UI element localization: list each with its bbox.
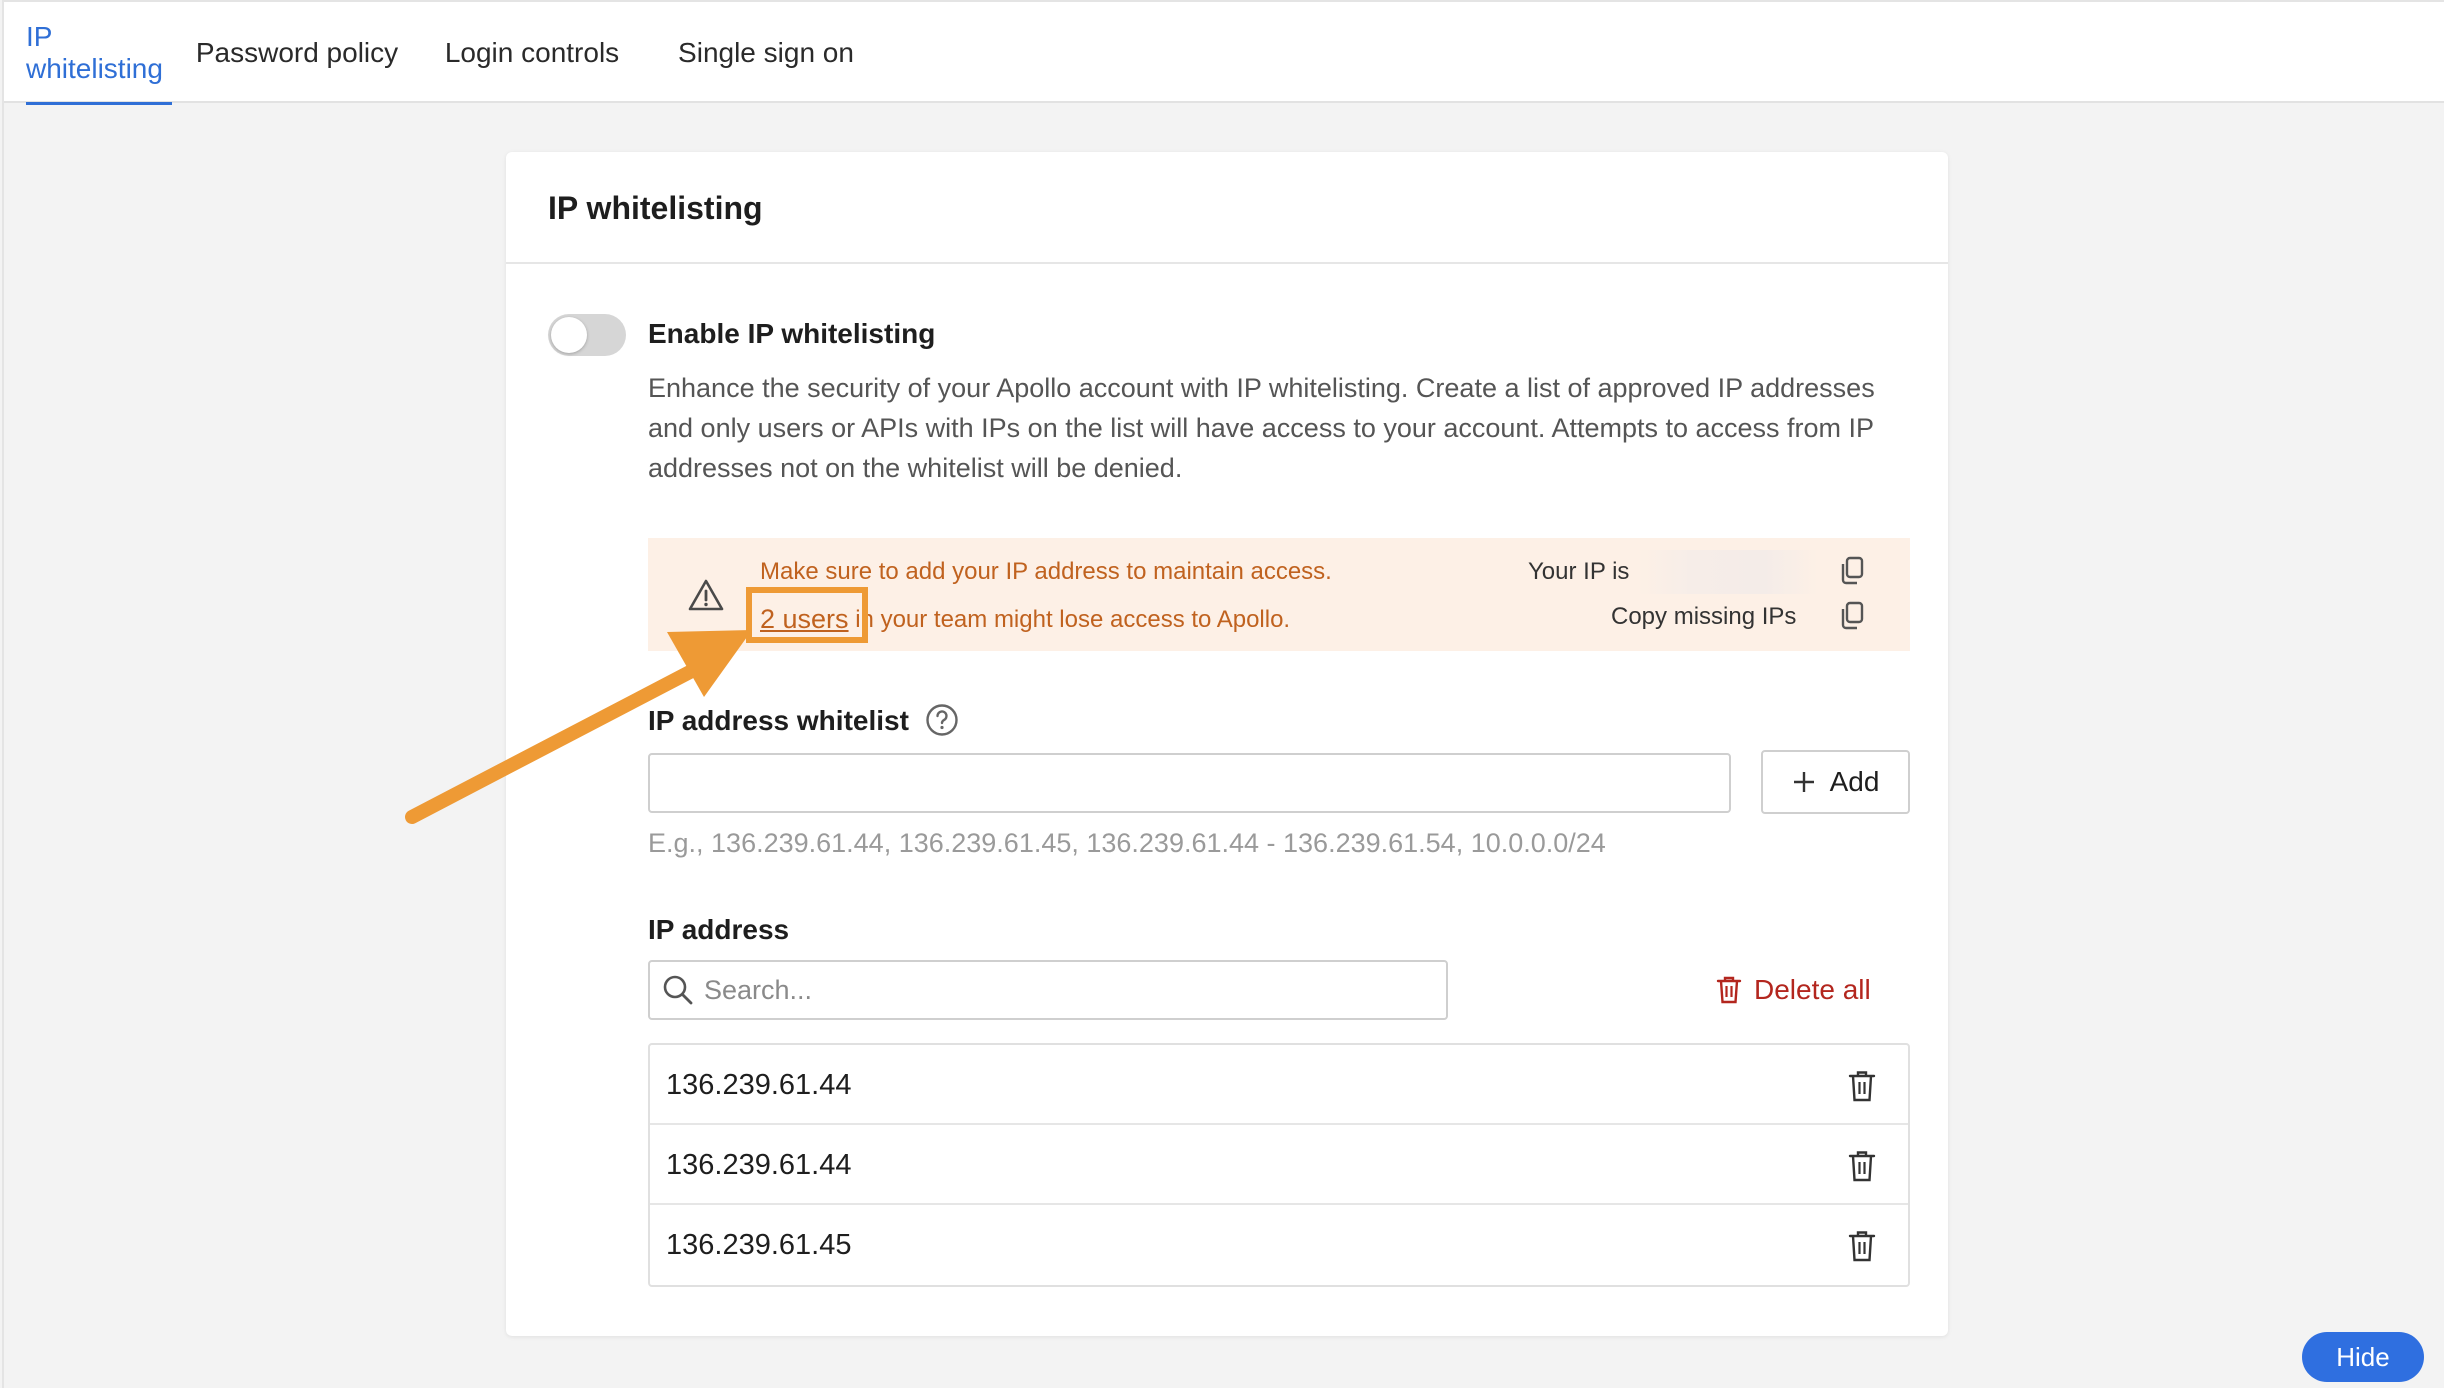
tab-ip-whitelisting[interactable]: IP whitelisting [26,2,172,105]
delete-ip-trash-icon[interactable] [1847,1149,1877,1183]
plus-icon [1793,772,1814,792]
ip-address-label: IP address [648,914,790,945]
warning-line-1: Make sure to add your IP address to main… [760,558,1332,585]
ip-whitelisting-card: IP whitelisting Enable IP whitelisting E… [506,152,1948,1336]
delete-all-label: Delete all [1754,974,1871,1005]
ip-address-value: 136.239.61.45 [666,1229,852,1261]
description-text: Enhance the security of your Apollo acco… [648,373,1875,483]
tab-single-sign-on[interactable]: Single sign on [662,2,870,103]
search-icon [663,975,693,1005]
ip-address-value: 136.239.61.44 [666,1069,852,1101]
annotation-highlight-box [746,587,868,643]
your-ip-label: Your IP is [1528,558,1630,585]
ip-search-box [648,960,1448,1020]
ip-list-row: 136.239.61.44 [650,1045,1908,1125]
help-icon[interactable] [925,703,959,737]
tab-bar: IP whitelisting Password policy Login co… [4,2,2444,105]
trash-icon [1716,976,1742,1004]
warning-line-2-text: in your team might lose access to Apollo… [848,606,1291,633]
delete-ip-trash-icon[interactable] [1847,1229,1877,1263]
card-title: IP whitelisting [548,190,763,226]
delete-ip-trash-icon[interactable] [1847,1069,1877,1103]
tab-login-controls[interactable]: Login controls [432,2,632,103]
enable-ip-whitelisting-label: Enable IP whitelisting [648,318,936,349]
ip-address-whitelist-label: IP address whitelist [648,705,909,736]
copy-missing-ips-icon[interactable] [1838,601,1866,631]
add-ip-button[interactable]: Add [1761,750,1910,814]
app-frame: IP whitelisting Password policy Login co… [2,0,2444,1388]
ip-list-row: 136.239.61.45 [650,1205,1908,1285]
copy-ip-icon[interactable] [1838,556,1866,586]
toggle-knob [551,317,587,353]
delete-all-button[interactable]: Delete all [1716,970,1871,1010]
hide-button[interactable]: Hide [2302,1332,2424,1382]
ip-address-value: 136.239.61.44 [666,1149,852,1181]
search-input[interactable] [704,968,1434,1012]
tab-password-policy[interactable]: Password policy [190,2,404,103]
ip-whitelist-input[interactable] [648,753,1731,813]
warning-icon [688,579,724,611]
your-ip-value-redacted [1638,550,1818,594]
ip-format-example: E.g., 136.239.61.44, 136.239.61.45, 136.… [648,828,1606,858]
add-button-label: Add [1829,766,1880,797]
card-header: IP whitelisting [506,152,1948,264]
ip-address-list: 136.239.61.44 136.239.61.44 136.239.61.4… [648,1043,1910,1287]
copy-missing-ips-label[interactable]: Copy missing IPs [1611,603,1796,631]
enable-ip-whitelisting-toggle[interactable] [548,314,626,356]
ip-list-row: 136.239.61.44 [650,1125,1908,1205]
